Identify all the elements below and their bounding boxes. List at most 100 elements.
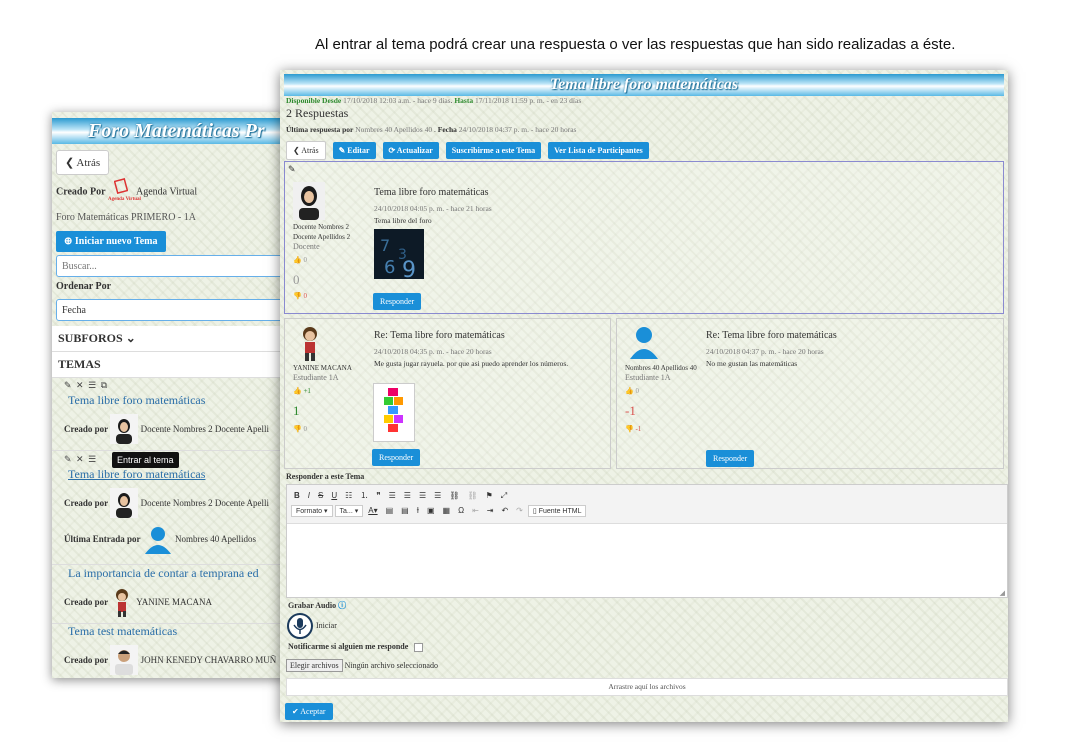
respond-label: Responder a este Tema bbox=[286, 472, 365, 481]
close-icon[interactable]: ✕ bbox=[76, 380, 84, 390]
back-button[interactable]: ❮ Atrás bbox=[56, 150, 110, 175]
edit-button[interactable]: ✎ Editar bbox=[332, 142, 376, 159]
link-icon[interactable]: ⛓ bbox=[446, 490, 462, 501]
tooltip: Entrar al tema bbox=[112, 452, 179, 468]
reply-post: YANINE MACANA Estudiante 1A 👍 +1 1 👎 0 R… bbox=[284, 318, 611, 469]
chevron-left-icon: ❮ bbox=[65, 157, 75, 169]
bullet-list-icon[interactable]: ☷ bbox=[342, 490, 355, 501]
info-icon: ⓘ bbox=[338, 601, 347, 610]
back-button[interactable]: ❮ Atrás bbox=[286, 141, 326, 160]
notify-checkbox[interactable] bbox=[414, 642, 424, 652]
unlink-icon[interactable]: ⛓ bbox=[464, 490, 480, 501]
list-icon[interactable]: ☰ bbox=[88, 380, 96, 390]
notify-row: Notificarme si alguien me responde bbox=[288, 642, 424, 652]
paste-text-icon[interactable]: ▤ bbox=[398, 505, 412, 516]
reply-post: Nombres 40 Apellidos 40 Estudiante 1A 👍 … bbox=[616, 318, 1004, 469]
quote-icon[interactable]: ❞ bbox=[373, 490, 383, 501]
align-left-icon[interactable]: ☰ bbox=[386, 490, 399, 501]
post-image[interactable]: 7369 bbox=[374, 229, 424, 284]
text-color-icon[interactable]: A▾ bbox=[365, 505, 380, 516]
post-image[interactable] bbox=[373, 383, 415, 442]
indent-icon[interactable]: ⇥ bbox=[484, 505, 497, 516]
thumbs-up-icon: 👍 bbox=[293, 387, 302, 395]
last-response-row: Última respuesta por Nombres 40 Apellido… bbox=[286, 125, 577, 134]
pencil-icon[interactable]: ✎ bbox=[64, 454, 72, 464]
topic-title[interactable]: Tema libre foro matemáticas bbox=[68, 467, 288, 482]
post-title: Tema libre foro matemáticas bbox=[374, 187, 489, 198]
like-control[interactable]: 👍 0 bbox=[293, 256, 307, 264]
author-role: Estudiante 1A bbox=[293, 373, 339, 382]
resize-handle[interactable]: ◢ bbox=[1000, 589, 1005, 597]
created-by-row: Creado Por Agenda Virtual Agenda Virtual bbox=[56, 177, 197, 206]
dislike-control[interactable]: 👎 -1 bbox=[625, 425, 641, 433]
topic-item: ✎ ✕ ☰ ⧉ Tema libre foro matemáticas Crea… bbox=[52, 376, 288, 451]
dislike-control[interactable]: 👎 0 bbox=[293, 425, 307, 433]
participants-button[interactable]: Ver Lista de Participantes bbox=[548, 142, 649, 159]
maximize-icon[interactable]: ⤢ bbox=[498, 490, 510, 502]
align-center-icon[interactable]: ☰ bbox=[401, 490, 414, 501]
flag-icon[interactable]: ⚑ bbox=[483, 490, 496, 501]
rich-text-editor: B I S U ☷ ⒈ ❞ ☰ ☰ ☰ ☰ ⛓ ⛓ ⚑ ⤢ Formato ▾ … bbox=[286, 484, 1008, 598]
choose-files-button[interactable]: Elegir archivos bbox=[286, 659, 343, 672]
pencil-icon[interactable]: ✎ bbox=[64, 380, 72, 390]
dislike-control[interactable]: 👎 0 bbox=[293, 292, 307, 300]
image-icon[interactable]: ▣ bbox=[424, 505, 438, 516]
close-icon[interactable]: ✕ bbox=[76, 454, 84, 464]
reply-button[interactable]: Responder bbox=[706, 450, 755, 467]
thumbs-up-icon: 👍 bbox=[293, 256, 302, 264]
underline-icon[interactable]: U bbox=[328, 490, 340, 501]
redo-icon[interactable]: ↷ bbox=[513, 505, 526, 516]
topic-banner: Tema libre foro matemáticas bbox=[284, 74, 1004, 96]
table-icon[interactable]: ▦ bbox=[440, 505, 454, 516]
subforos-header[interactable]: SUBFOROS ⌄ bbox=[52, 326, 288, 352]
size-select[interactable]: Ta... ▾ bbox=[334, 505, 364, 517]
reply-button[interactable]: Responder bbox=[372, 449, 421, 466]
format-select[interactable]: Formato ▾ bbox=[291, 505, 333, 517]
copy-icon[interactable]: ⧉ bbox=[101, 380, 107, 390]
refresh-button[interactable]: ⟳ Actualizar bbox=[382, 142, 439, 159]
forum-topics-panel: Foro Matemáticas Pr ❮ Atrás Creado Por A… bbox=[52, 112, 288, 678]
bold-icon[interactable]: B bbox=[291, 490, 303, 501]
new-topic-button[interactable]: ⊕ Iniciar nuevo Tema bbox=[56, 231, 166, 252]
author-name: Docente Nombres 2 bbox=[293, 223, 349, 231]
author-name: YANINE MACANA bbox=[293, 364, 352, 372]
microphone-icon[interactable] bbox=[287, 613, 313, 644]
numbered-list-icon[interactable]: ⒈ bbox=[357, 489, 371, 502]
post-date: 24/10/2018 04:05 p. m. - hace 21 horas bbox=[374, 204, 492, 213]
reply-button[interactable]: Responder bbox=[373, 293, 422, 310]
forum-banner: Foro Matemáticas Pr bbox=[52, 118, 288, 144]
action-toolbar: ❮ Atrás ✎ Editar ⟳ Actualizar Suscribirm… bbox=[286, 140, 652, 160]
italic-icon[interactable]: I bbox=[305, 490, 313, 501]
list-icon[interactable]: ☰ bbox=[88, 454, 96, 464]
order-select[interactable]: Fecha bbox=[56, 299, 288, 321]
like-control[interactable]: 👍 0 bbox=[625, 387, 639, 395]
plus-circle-icon: ⊕ bbox=[64, 236, 73, 247]
outdent-icon[interactable]: ⇤ bbox=[469, 505, 482, 516]
omega-icon[interactable]: Ω bbox=[455, 505, 467, 516]
responses-count: 2 Respuestas bbox=[286, 106, 349, 120]
justify-icon[interactable]: ☰ bbox=[431, 490, 444, 501]
drop-zone[interactable]: Arrastre aquí los archivos bbox=[286, 678, 1008, 696]
source-html-button[interactable]: ▯ Fuente HTML bbox=[527, 505, 587, 517]
audio-label: Grabar Audio ⓘ bbox=[288, 601, 347, 610]
accept-button[interactable]: ✔ Aceptar bbox=[285, 703, 333, 720]
subscribe-button[interactable]: Suscribirme a este Tema bbox=[445, 142, 542, 159]
start-recording-label[interactable]: Iniciar bbox=[316, 621, 337, 630]
align-right-icon[interactable]: ☰ bbox=[416, 490, 429, 501]
topic-title[interactable]: Tema libre foro matemáticas bbox=[68, 393, 288, 408]
topic-title[interactable]: La importancia de contar a temprana ed bbox=[68, 566, 288, 581]
strikethrough-icon[interactable]: S bbox=[315, 490, 326, 501]
topic-title[interactable]: Tema test matemáticas bbox=[68, 624, 288, 639]
editor-content-area[interactable] bbox=[287, 524, 1007, 596]
author-role: Docente bbox=[293, 242, 320, 251]
clear-format-icon[interactable]: Ɨ bbox=[414, 505, 422, 516]
like-control[interactable]: 👍 +1 bbox=[293, 387, 311, 395]
caption-text: Al entrar al tema podrá crear una respue… bbox=[315, 36, 956, 53]
paste-icon[interactable]: ▤ bbox=[383, 505, 397, 516]
undo-icon[interactable]: ↶ bbox=[498, 505, 511, 516]
user-placeholder-icon bbox=[143, 524, 173, 556]
check-icon: ✔ bbox=[292, 707, 299, 716]
post-text: Me gusta jugar rayuela. por que asi pued… bbox=[374, 359, 569, 368]
pencil-icon[interactable]: ✎ bbox=[288, 164, 296, 175]
search-input[interactable]: Buscar... bbox=[56, 255, 288, 277]
